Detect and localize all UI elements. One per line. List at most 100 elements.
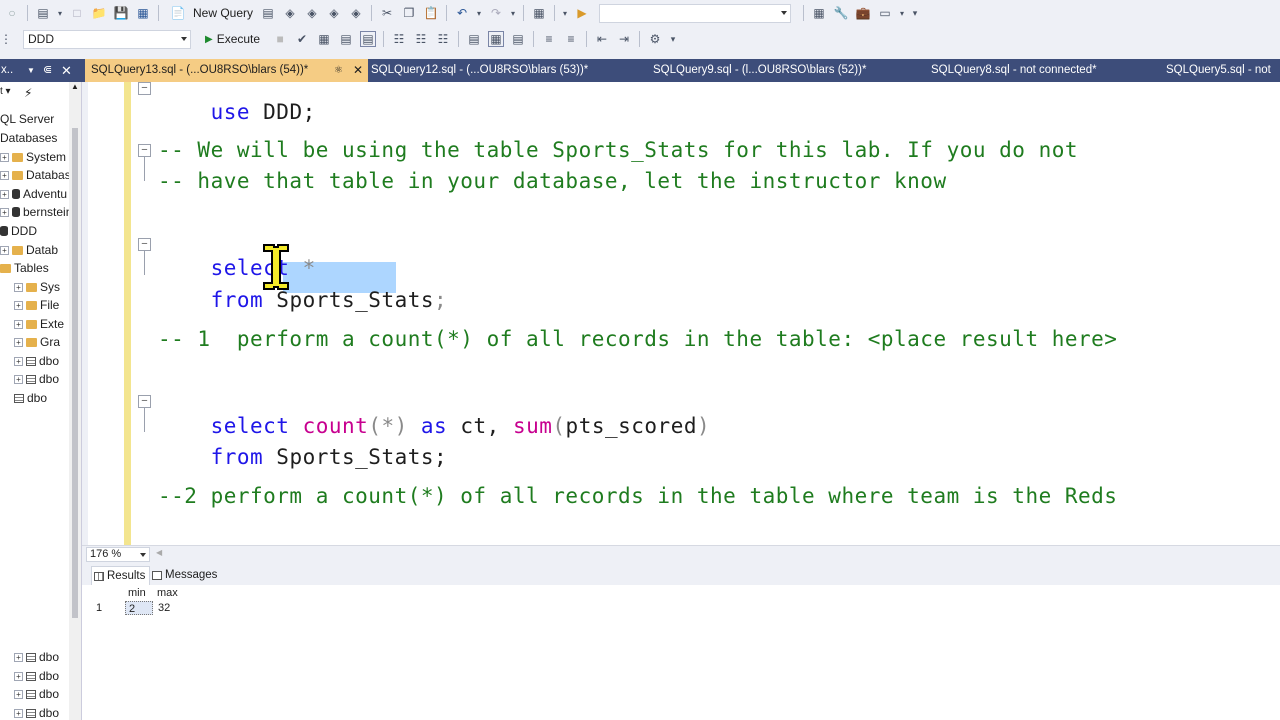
dropdown-arrow-icon[interactable]: ▾ bbox=[57, 5, 63, 21]
results-to-text-icon[interactable]: ▤ bbox=[466, 31, 482, 47]
comment-icon[interactable]: ≡ bbox=[541, 31, 557, 47]
tab-sqlquery12[interactable]: SQLQuery12.sql - (...OU8RSO\blars (53))* bbox=[371, 59, 588, 82]
collapse-icon[interactable]: − bbox=[138, 238, 151, 251]
dmx-query-icon[interactable]: ◈ bbox=[304, 5, 320, 21]
connect-dropdown-icon[interactable]: t ▾ bbox=[0, 86, 11, 97]
mdx-query-icon[interactable]: ◈ bbox=[282, 5, 298, 21]
plug-icon[interactable]: ⚡ bbox=[24, 86, 32, 100]
tree-node[interactable]: + Adventu bbox=[0, 185, 67, 203]
collapse-icon[interactable]: − bbox=[138, 144, 151, 157]
expand-icon[interactable]: + bbox=[14, 374, 23, 384]
expand-icon[interactable]: + bbox=[14, 300, 23, 310]
activity-monitor-icon[interactable]: ▦ bbox=[531, 5, 547, 21]
tree-node[interactable]: + System D bbox=[0, 148, 78, 166]
toolbar-options-icon[interactable]: ▾ bbox=[669, 31, 677, 47]
new-project-icon[interactable]: ▤ bbox=[35, 5, 51, 21]
execute-button[interactable]: ▶ Execute bbox=[205, 32, 260, 46]
tree-node[interactable]: QL Server bbox=[0, 110, 54, 128]
expand-icon[interactable]: + bbox=[0, 245, 9, 255]
xmla-query-icon[interactable]: ◈ bbox=[326, 5, 342, 21]
save-all-icon[interactable]: ▦ bbox=[135, 5, 151, 21]
copy-icon[interactable]: ❐ bbox=[401, 5, 417, 21]
pin-icon[interactable]: ⚛ bbox=[334, 59, 343, 82]
tree-node[interactable]: Tables bbox=[0, 259, 49, 277]
pin-icon[interactable]: ⋐ bbox=[43, 59, 52, 82]
expand-icon[interactable]: + bbox=[14, 652, 23, 662]
tree-node[interactable]: + Gra bbox=[14, 333, 60, 351]
uncomment-icon[interactable]: ≡ bbox=[563, 31, 579, 47]
dropdown-arrow-icon[interactable]: ▾ bbox=[510, 5, 516, 21]
expand-icon[interactable]: + bbox=[14, 319, 23, 329]
scroll-up-icon[interactable]: ▲ bbox=[71, 82, 79, 91]
redo-icon[interactable]: ↷ bbox=[488, 5, 504, 21]
results-to-grid-icon[interactable]: ▤ bbox=[360, 31, 377, 47]
zoom-dropdown[interactable]: 176 % bbox=[86, 547, 150, 562]
scrollbar-thumb[interactable] bbox=[72, 128, 78, 618]
add-item-icon[interactable]: □ bbox=[69, 5, 85, 21]
live-stats-icon[interactable]: ☷ bbox=[413, 31, 429, 47]
find-in-files-icon[interactable]: ▶ bbox=[574, 5, 590, 21]
expand-icon[interactable]: + bbox=[0, 170, 9, 180]
tree-node[interactable]: + Exte bbox=[14, 315, 64, 333]
tree-node[interactable]: + dbo bbox=[14, 667, 59, 685]
results-to-file-icon[interactable]: ▤ bbox=[510, 31, 526, 47]
expand-icon[interactable]: + bbox=[14, 671, 23, 681]
undo-icon[interactable]: ↶ bbox=[454, 5, 470, 21]
dropdown-arrow-icon[interactable]: ▾ bbox=[562, 5, 568, 21]
results-to-grid-2-icon[interactable]: ▦ bbox=[488, 31, 505, 47]
stop-icon[interactable]: ■ bbox=[272, 31, 288, 47]
tree-node[interactable]: + dbo bbox=[14, 704, 59, 720]
tree-node[interactable]: + dbo bbox=[14, 685, 59, 703]
parse-check-icon[interactable]: ✔ bbox=[294, 31, 310, 47]
tree-node[interactable]: + Database bbox=[0, 166, 77, 184]
display-plan-icon[interactable]: ▦ bbox=[316, 31, 332, 47]
tree-node[interactable]: + dbo bbox=[14, 370, 59, 388]
expand-icon[interactable]: + bbox=[14, 689, 23, 699]
database-engine-query-icon[interactable]: ▤ bbox=[260, 5, 276, 21]
expand-icon[interactable]: + bbox=[0, 152, 9, 162]
tree-node[interactable]: + File bbox=[14, 296, 59, 314]
expand-icon[interactable]: + bbox=[14, 708, 23, 718]
window-layout-icon[interactable]: ▭ bbox=[877, 5, 893, 21]
expand-icon[interactable]: + bbox=[0, 189, 9, 199]
available-databases-dropdown[interactable]: DDD bbox=[23, 29, 191, 49]
client-stats-icon[interactable]: ☷ bbox=[435, 31, 451, 47]
dropdown-arrow-icon[interactable]: ▾ bbox=[899, 5, 905, 21]
wrench-icon[interactable]: 🔧 bbox=[833, 5, 849, 21]
dropdown-arrow-icon[interactable]: ▼ bbox=[27, 59, 35, 82]
new-query-button[interactable]: 📄 New Query bbox=[167, 5, 254, 21]
dropdown-arrow-icon[interactable]: ▾ bbox=[476, 5, 482, 21]
expand-icon[interactable]: + bbox=[14, 356, 23, 366]
open-folder-icon[interactable]: 📁 bbox=[91, 5, 107, 21]
explorer-scrollbar[interactable]: ▲ bbox=[69, 82, 81, 720]
properties-window-icon[interactable]: ▦ bbox=[811, 5, 827, 21]
increase-indent-icon[interactable]: ⇥ bbox=[616, 31, 632, 47]
cell-max-value[interactable]: 32 bbox=[158, 601, 170, 615]
scroll-left-icon[interactable]: ◀ bbox=[156, 548, 162, 557]
expand-icon[interactable]: + bbox=[0, 207, 9, 217]
tree-node[interactable]: + Datab bbox=[0, 241, 58, 259]
tab-sqlquery13[interactable]: SQLQuery13.sql - (...OU8RSO\blars (54))*… bbox=[85, 59, 368, 82]
connect-icon[interactable]: ⋮ bbox=[0, 31, 12, 47]
tree-node[interactable]: + bernstein bbox=[0, 203, 72, 221]
decrease-indent-icon[interactable]: ⇤ bbox=[594, 31, 610, 47]
tree-node[interactable]: + Sys bbox=[14, 278, 60, 296]
tab-messages[interactable]: Messages bbox=[150, 566, 221, 585]
toolbar-options-icon[interactable]: ▾ bbox=[911, 5, 919, 21]
include-plan-icon[interactable]: ☷ bbox=[391, 31, 407, 47]
expand-icon[interactable]: + bbox=[14, 337, 23, 347]
tree-node[interactable]: + dbo bbox=[14, 352, 59, 370]
tab-sqlquery9[interactable]: SQLQuery9.sql - (l...OU8RSO\blars (52))* bbox=[653, 59, 866, 82]
tab-sqlquery5[interactable]: SQLQuery5.sql - not bbox=[1166, 59, 1271, 82]
collapse-icon[interactable]: − bbox=[138, 82, 151, 95]
cut-icon[interactable]: ✂ bbox=[379, 5, 395, 21]
close-icon[interactable]: ✕ bbox=[353, 59, 363, 82]
tab-sqlquery8[interactable]: SQLQuery8.sql - not connected* bbox=[931, 59, 1097, 82]
tree-node[interactable]: dbo bbox=[14, 389, 47, 407]
find-dropdown[interactable] bbox=[599, 3, 792, 23]
expand-icon[interactable]: + bbox=[14, 282, 23, 292]
save-icon[interactable]: 💾 bbox=[113, 5, 129, 21]
tab-results[interactable]: Results bbox=[91, 566, 151, 585]
specify-template-values-icon[interactable]: ⚙ bbox=[647, 31, 663, 47]
paste-icon[interactable]: 📋 bbox=[423, 5, 439, 21]
